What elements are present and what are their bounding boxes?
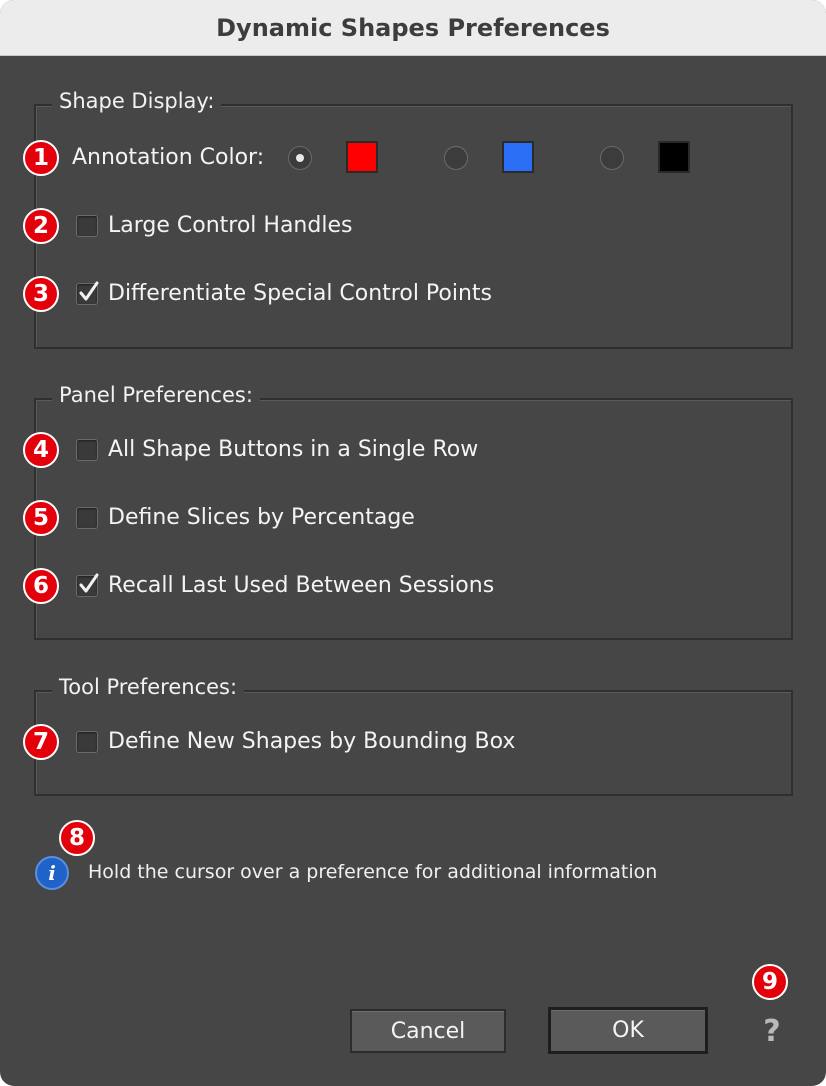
slices-by-percentage-checkbox[interactable] [76, 507, 98, 529]
bounding-box-label[interactable]: Define New Shapes by Bounding Box [108, 728, 515, 756]
red-color-swatch[interactable] [346, 141, 378, 173]
annotation-color-label: Annotation Color: [72, 145, 265, 170]
differentiate-special-points-checkbox[interactable] [76, 281, 99, 305]
bounding-box-checkbox[interactable] [76, 731, 98, 753]
recall-last-used-checkbox[interactable] [76, 573, 99, 597]
title-bar: Dynamic Shapes Preferences [0, 0, 826, 56]
annotation-color-blue-radio[interactable] [444, 146, 468, 170]
preferences-dialog: Dynamic Shapes Preferences Shape Display… [0, 0, 826, 1086]
black-color-swatch[interactable] [658, 141, 690, 173]
dialog-title: Dynamic Shapes Preferences [216, 13, 610, 42]
checkmark-icon [79, 281, 99, 301]
callout-badge-8: 8 [59, 820, 95, 856]
callout-badge-1: 1 [23, 140, 59, 176]
ok-button[interactable]: OK [548, 1007, 708, 1054]
checkmark-icon [79, 573, 99, 593]
info-hint-text: Hold the cursor over a preference for ad… [88, 861, 658, 883]
cancel-button[interactable]: Cancel [350, 1009, 506, 1053]
callout-badge-7: 7 [23, 724, 59, 760]
annotation-color-red-radio[interactable] [288, 146, 312, 170]
slices-by-percentage-label[interactable]: Define Slices by Percentage [108, 504, 415, 532]
panel-preferences-title: Panel Preferences: [52, 382, 260, 408]
single-row-checkbox[interactable] [76, 439, 98, 461]
callout-badge-5: 5 [23, 500, 59, 536]
large-control-handles-label[interactable]: Large Control Handles [108, 212, 352, 240]
callout-badge-6: 6 [23, 568, 59, 604]
blue-color-swatch[interactable] [502, 141, 534, 173]
recall-last-used-label[interactable]: Recall Last Used Between Sessions [108, 572, 494, 600]
callout-badge-3: 3 [23, 276, 59, 312]
annotation-color-black-radio[interactable] [600, 146, 624, 170]
callout-badge-2: 2 [23, 208, 59, 244]
shape-display-title: Shape Display: [52, 88, 222, 114]
tool-preferences-title: Tool Preferences: [52, 674, 245, 700]
differentiate-special-points-label[interactable]: Differentiate Special Control Points [108, 280, 492, 308]
callout-badge-9: 9 [752, 964, 788, 1000]
callout-badge-4: 4 [23, 432, 59, 468]
info-icon: i [35, 856, 69, 890]
question-mark-icon[interactable]: ? [759, 1014, 785, 1049]
single-row-label[interactable]: All Shape Buttons in a Single Row [108, 436, 478, 464]
large-control-handles-checkbox[interactable] [76, 215, 98, 237]
